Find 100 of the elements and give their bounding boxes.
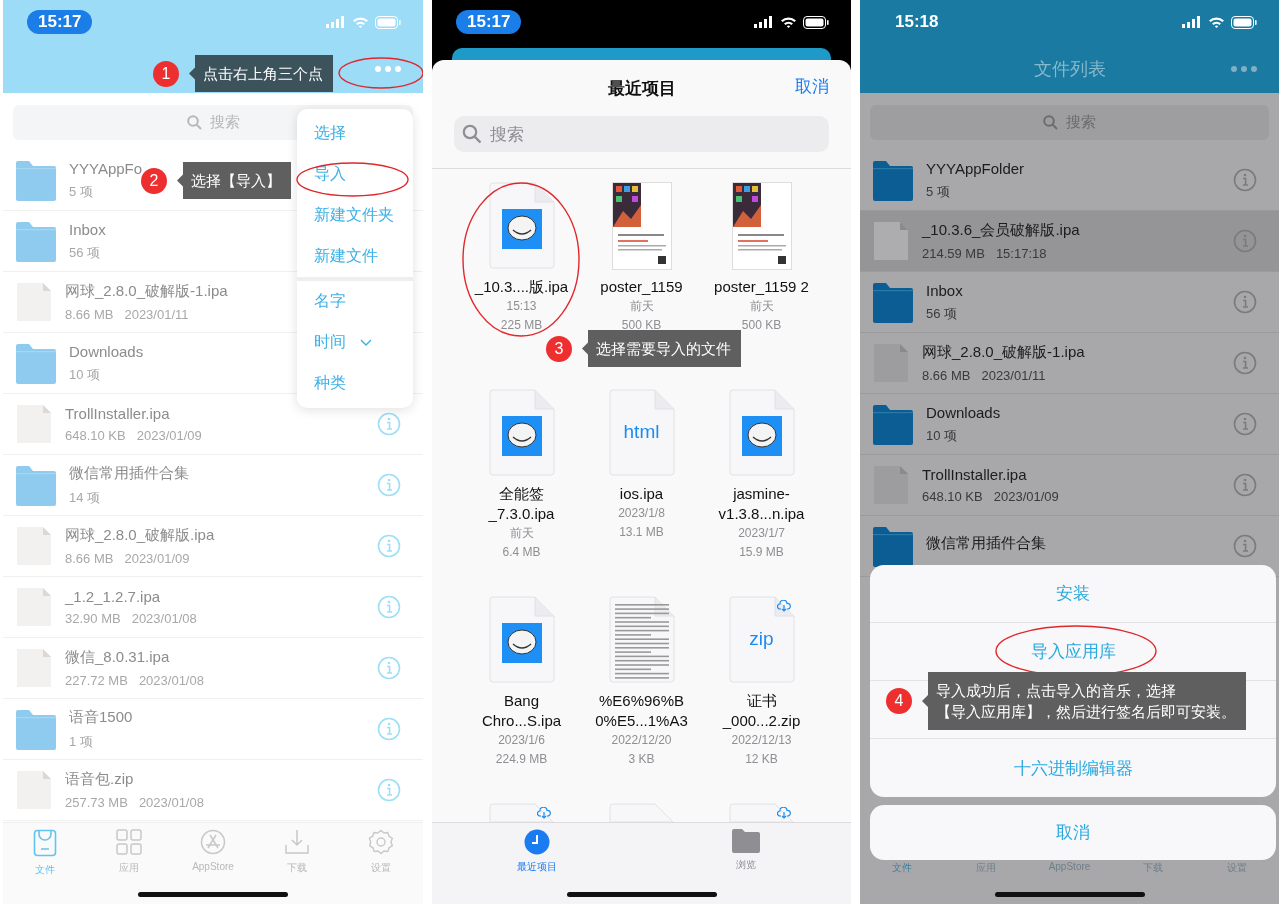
settings-icon <box>368 829 394 855</box>
file-thumbnail[interactable] <box>488 182 555 270</box>
file-name: Bang Chro...S.ipa <box>481 691 562 731</box>
info-icon[interactable] <box>1233 412 1257 436</box>
file-row[interactable]: Inbox 56 项 <box>860 272 1279 333</box>
file-date: 前天 <box>509 525 534 542</box>
more-icon[interactable] <box>375 66 401 72</box>
file-size: 6.4 MB <box>502 544 541 561</box>
file-name: poster_1159 2 <box>714 277 809 297</box>
tab-item[interactable]: AppStore <box>171 829 255 904</box>
file-row[interactable]: _1.2_1.2.7.ipa 32.90 MB 2023/01/08 <box>3 577 423 638</box>
file-thumbnail[interactable] <box>728 389 795 477</box>
tooltip-text: 点击右上角三个点 <box>203 64 323 84</box>
file-name: 全能签 _7.3.0.ipa <box>488 484 555 524</box>
search-icon <box>462 124 482 144</box>
file-row[interactable]: 语音1500 1 项 <box>3 699 423 760</box>
sheet-action[interactable]: 十六进制编辑器 <box>870 739 1276 797</box>
file-name: Downloads <box>926 403 1001 421</box>
file-date: 2023/01/08 <box>138 795 204 810</box>
file-size: 8.66 MB <box>922 368 971 383</box>
file-size: 257.73 MB <box>65 795 128 810</box>
file-date: 2023/01/09 <box>993 489 1059 504</box>
file-size: 13.1 MB <box>619 524 664 541</box>
info-icon[interactable] <box>1233 534 1257 558</box>
info-icon[interactable] <box>1233 229 1257 253</box>
battery-icon <box>1231 15 1257 29</box>
file-name: _10.3....版.ipa <box>474 277 569 297</box>
cancel-button[interactable]: 取消 <box>870 805 1276 860</box>
file-row[interactable]: _10.3.6_会员破解版.ipa 214.59 MB 15:17:18 <box>860 211 1279 272</box>
file-row[interactable]: 语音包.zip 257.73 MB 2023/01/08 <box>3 760 423 821</box>
file-name: 微信常用插件合集 <box>926 533 1046 553</box>
screen-title: 文件列表 <box>1033 57 1106 81</box>
folder-icon <box>15 220 57 262</box>
file-name: TrollInstaller.ipa <box>922 466 1027 483</box>
file-row[interactable]: 微信_8.0.31.ipa 227.72 MB 2023/01/08 <box>3 638 423 699</box>
item-count: 10 项 <box>926 426 958 445</box>
file-name: _10.3.6_会员破解版.ipa <box>922 221 1080 240</box>
file-date: 2023/01/08 <box>131 611 197 626</box>
info-icon[interactable] <box>1233 473 1257 497</box>
file-date: 2022/12/20 <box>611 732 672 749</box>
tooltip-text: 选择需要导入的文件 <box>596 339 731 359</box>
tab-item[interactable]: 浏览 <box>696 829 797 904</box>
document-icon <box>15 586 53 628</box>
tooltip-text: 选择【导入】 <box>191 171 281 191</box>
file-date: 2023/1/6 <box>498 732 545 749</box>
info-icon[interactable] <box>1233 290 1257 314</box>
file-thumbnail[interactable] <box>488 803 555 822</box>
file-thumbnail[interactable] <box>608 803 675 822</box>
file-thumbnail[interactable] <box>488 389 555 477</box>
file-name: YYYAppFo <box>69 159 143 177</box>
info-icon[interactable] <box>1233 168 1257 192</box>
menu-item[interactable]: 导入 <box>297 154 413 195</box>
more-icon[interactable] <box>1231 66 1257 72</box>
file-date: 15:13 <box>506 298 537 315</box>
file-thumbnail[interactable] <box>488 596 555 684</box>
folder-icon <box>15 708 57 750</box>
sheet-action[interactable]: 安装 <box>870 565 1276 623</box>
signal-icon <box>326 16 346 28</box>
menu-item[interactable]: 名字 <box>297 281 413 322</box>
file-date: 前天 <box>749 298 774 315</box>
file-thumbnail[interactable] <box>728 803 795 822</box>
tab-item[interactable]: AppStore <box>1027 861 1112 904</box>
file-row[interactable]: 微信常用插件合集 14 项 <box>3 455 423 516</box>
file-name: 网球_2.8.0_破解版-1.ipa <box>922 343 1085 362</box>
file-size: 648.10 KB <box>65 428 126 443</box>
cancel-button[interactable]: 取消 <box>795 75 829 98</box>
cloud-download-icon <box>776 600 791 612</box>
tab-item[interactable]: 下载 <box>255 829 339 904</box>
file-name: ios.ipa <box>619 484 664 504</box>
cloud-download-icon <box>536 807 551 819</box>
file-size: 8.66 MB <box>65 551 114 566</box>
tab-item[interactable]: 文件 <box>3 829 87 904</box>
search-field[interactable]: 搜索 <box>454 116 829 152</box>
poster-thumbnail[interactable] <box>611 182 672 270</box>
folder-icon <box>15 342 57 384</box>
info-icon[interactable] <box>1233 351 1257 375</box>
file-row[interactable]: TrollInstaller.ipa 648.10 KB 2023/01/09 <box>860 455 1279 516</box>
file-thumbnail[interactable] <box>728 596 795 684</box>
file-type-label: zip <box>748 628 775 650</box>
file-name: 网球_2.8.0_破解版.ipa <box>65 526 215 545</box>
wifi-icon <box>780 16 797 28</box>
file-name: 微信_8.0.31.ipa <box>65 648 170 667</box>
file-row[interactable]: Downloads 10 项 <box>860 394 1279 455</box>
document-icon <box>15 403 53 445</box>
folder-icon <box>732 829 761 853</box>
battery-icon <box>375 15 401 29</box>
folder-icon <box>15 159 57 201</box>
file-name: Downloads <box>69 342 144 360</box>
file-name: _1.2_1.2.7.ipa <box>65 588 161 605</box>
tab-item[interactable]: 最近项目 <box>486 829 587 904</box>
document-icon <box>872 220 910 262</box>
folder-icon <box>872 403 914 445</box>
file-row[interactable]: 网球_2.8.0_破解版-1.ipa 8.66 MB 2023/01/11 <box>860 333 1279 394</box>
tab-item[interactable]: 文件 <box>860 861 944 904</box>
wifi-icon <box>1208 16 1225 28</box>
poster-thumbnail[interactable] <box>731 182 792 270</box>
file-row[interactable]: 网球_2.8.0_破解版.ipa 8.66 MB 2023/01/09 <box>3 516 423 577</box>
file-date: 2023/01/11 <box>981 368 1046 383</box>
signal-icon <box>1182 16 1202 28</box>
file-thumbnail[interactable] <box>608 596 675 684</box>
